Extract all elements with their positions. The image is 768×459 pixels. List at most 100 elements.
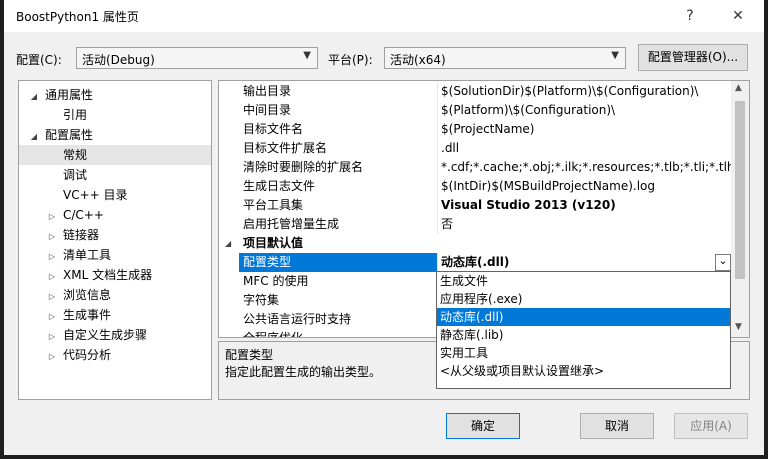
tree-item[interactable]: 常规 xyxy=(19,145,211,165)
property-row[interactable]: 生成日志文件 $(IntDir)$(MSBuildProjectName).log xyxy=(219,177,731,196)
tree-item[interactable]: 引用 xyxy=(19,105,211,125)
tree-item[interactable]: ▷ C/C++ xyxy=(19,205,211,225)
description-text: 指定此配置生成的输出类型。 xyxy=(225,365,382,379)
property-value[interactable]: $(ProjectName) xyxy=(441,120,733,139)
tree-item-label: C/C++ xyxy=(63,208,104,222)
tree-item[interactable]: ▷ XML 文档生成器 xyxy=(19,265,211,285)
property-row[interactable]: 配置类型 动态库(.dll) ⌄ xyxy=(219,253,731,272)
property-value[interactable]: .dll xyxy=(441,139,733,158)
dropdown-option[interactable]: 静态库(.lib) xyxy=(437,326,730,344)
config-type-dropdown-list: 生成文件 应用程序(.exe) 动态库(.dll) 静态库(.lib) 实用工具 <从父级… xyxy=(436,271,731,389)
tree-item[interactable]: ◢ 通用属性 xyxy=(19,85,211,105)
tree-item-label: 通用属性 xyxy=(45,88,94,102)
property-row[interactable]: 清除时要删除的扩展名 *.cdf;*.cache;*.obj;*.ilk;*.re… xyxy=(219,158,733,177)
expand-arrow-icon[interactable]: ▷ xyxy=(45,347,59,367)
platform-select-value: 活动(x64) xyxy=(390,53,446,67)
vertical-scrollbar[interactable]: ▲ ▼ xyxy=(731,81,749,337)
property-value[interactable]: $(Platform)\$(Configuration)\ xyxy=(441,101,733,120)
property-name: 中间目录 xyxy=(243,103,292,117)
property-name: 输出目录 xyxy=(243,84,292,98)
tree-item-label: 浏览信息 xyxy=(63,288,112,302)
help-icon[interactable]: ? xyxy=(680,6,700,26)
dropdown-option[interactable]: 应用程序(.exe) xyxy=(437,290,730,308)
scroll-up-icon[interactable]: ▲ xyxy=(735,83,742,93)
collapse-arrow-icon[interactable]: ◢ xyxy=(27,127,41,147)
tree-item-label: 配置属性 xyxy=(45,128,94,142)
config-label: 配置(C): xyxy=(16,53,62,67)
tree-item[interactable]: VC++ 目录 xyxy=(19,185,211,205)
tree-item-label: VC++ 目录 xyxy=(63,188,128,202)
property-value[interactable]: 否 xyxy=(441,215,733,234)
tree-item[interactable]: 调试 xyxy=(19,165,211,185)
dropdown-option[interactable]: 生成文件 xyxy=(437,272,730,290)
collapse-arrow-icon[interactable]: ◢ xyxy=(27,87,41,107)
category-row[interactable]: ◢ 项目默认值 xyxy=(219,234,731,253)
column-divider xyxy=(437,215,438,234)
property-value[interactable]: *.cdf;*.cache;*.obj;*.ilk;*.resources;*.… xyxy=(441,158,733,177)
property-row[interactable]: 启用托管增量生成 否 xyxy=(219,215,731,234)
chevron-down-icon: ▼ xyxy=(303,50,311,61)
dropdown-arrow-icon[interactable]: ⌄ xyxy=(715,254,731,271)
category-label: 项目默认值 xyxy=(243,236,304,250)
property-name: 启用托管增量生成 xyxy=(243,217,340,231)
tree-item-label: 引用 xyxy=(63,108,88,122)
tree-item-label: 调试 xyxy=(63,168,88,182)
expand-arrow-icon[interactable]: ▷ xyxy=(45,207,59,227)
properties-dialog: BoostPython1 属性页 ? ✕ 配置(C): 活动(Debug) ▼ … xyxy=(4,0,764,455)
scrollbar-thumb[interactable] xyxy=(735,101,745,279)
tree-item[interactable]: ▷ 自定义生成步骤 xyxy=(19,325,211,345)
tree-item[interactable]: ▷ 链接器 xyxy=(19,225,211,245)
column-divider xyxy=(437,158,438,177)
ok-button[interactable]: 确定 xyxy=(446,413,520,439)
property-name: 字符集 xyxy=(243,293,280,307)
property-value[interactable]: $(IntDir)$(MSBuildProjectName).log xyxy=(441,177,733,196)
tree-item-label: 链接器 xyxy=(63,228,100,242)
apply-button[interactable]: 应用(A) xyxy=(674,413,748,439)
dropdown-option[interactable]: 动态库(.dll) xyxy=(437,308,730,326)
chevron-down-icon: ▼ xyxy=(611,50,619,61)
column-divider xyxy=(437,177,438,196)
column-divider xyxy=(437,196,438,215)
collapse-arrow-icon[interactable]: ◢ xyxy=(225,234,231,253)
property-value[interactable]: 动态库(.dll) xyxy=(441,253,701,272)
expand-arrow-icon[interactable]: ▷ xyxy=(45,327,59,347)
property-row[interactable]: 输出目录 $(SolutionDir)$(Platform)\$(Configur… xyxy=(219,82,731,101)
tree-item[interactable]: ◢ 配置属性 xyxy=(19,125,211,145)
tree-item[interactable]: ▷ 浏览信息 xyxy=(19,285,211,305)
close-icon[interactable]: ✕ xyxy=(728,6,748,26)
config-select-value: 活动(Debug) xyxy=(82,53,155,67)
column-divider xyxy=(437,101,438,120)
config-manager-button[interactable]: 配置管理器(O)... xyxy=(638,44,748,71)
expand-arrow-icon[interactable]: ▷ xyxy=(45,267,59,287)
tree-item[interactable]: ▷ 生成事件 xyxy=(19,305,211,325)
dropdown-option[interactable]: <从父级或项目默认设置继承> xyxy=(437,362,730,380)
tree-item[interactable]: ▷ 清单工具 xyxy=(19,245,211,265)
expand-arrow-icon[interactable]: ▷ xyxy=(45,287,59,307)
property-name: 清除时要删除的扩展名 xyxy=(243,160,364,174)
platform-label: 平台(P): xyxy=(328,53,373,67)
property-name: 公共语言运行时支持 xyxy=(243,312,352,326)
property-row[interactable]: 目标文件名 $(ProjectName) xyxy=(219,120,731,139)
property-name: 目标文件名 xyxy=(243,122,304,136)
property-value[interactable]: $(SolutionDir)$(Platform)\$(Configuratio… xyxy=(441,82,733,101)
property-row[interactable]: 中间目录 $(Platform)\$(Configuration)\ xyxy=(219,101,731,120)
cancel-button[interactable]: 取消 xyxy=(580,413,654,439)
property-name: 配置类型 xyxy=(239,253,437,272)
property-row[interactable]: 目标文件扩展名 .dll xyxy=(219,139,731,158)
property-name: MFC 的使用 xyxy=(243,274,309,288)
dropdown-option[interactable]: 实用工具 xyxy=(437,344,730,362)
column-divider xyxy=(437,253,438,272)
property-name: 生成日志文件 xyxy=(243,179,316,193)
tree-item[interactable]: ▷ 代码分析 xyxy=(19,345,211,365)
property-name: 平台工具集 xyxy=(243,198,304,212)
property-row[interactable]: 平台工具集 Visual Studio 2013 (v120) xyxy=(219,196,731,215)
expand-arrow-icon[interactable]: ▷ xyxy=(45,247,59,267)
config-select[interactable]: 活动(Debug) ▼ xyxy=(76,47,318,69)
scroll-down-icon[interactable]: ▼ xyxy=(735,322,742,332)
platform-select[interactable]: 活动(x64) ▼ xyxy=(384,47,626,69)
property-name: 目标文件扩展名 xyxy=(243,141,328,155)
expand-arrow-icon[interactable]: ▷ xyxy=(45,307,59,327)
tree-item-label: 自定义生成步骤 xyxy=(63,328,148,342)
property-value[interactable]: Visual Studio 2013 (v120) xyxy=(441,196,733,215)
expand-arrow-icon[interactable]: ▷ xyxy=(45,227,59,247)
